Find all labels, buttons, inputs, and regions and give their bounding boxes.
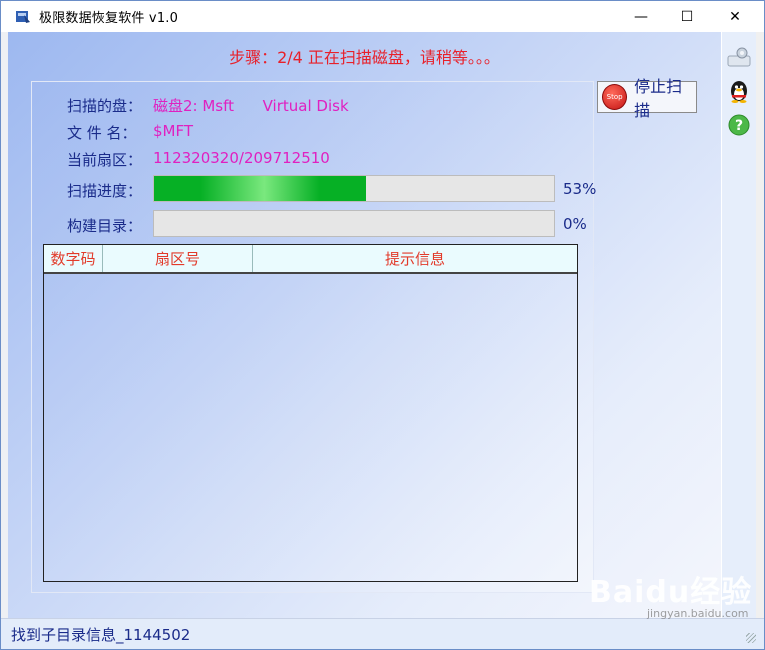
side-toolbar: ? <box>722 32 756 618</box>
status-message: 找到子目录信息_1144502 <box>11 626 191 644</box>
settings-gear-icon[interactable] <box>726 44 752 70</box>
build-directory-percent: 0% <box>563 215 587 233</box>
results-list-header: 数字码 扇区号 提示信息 <box>44 245 577 274</box>
file-name-label: 文 件 名： <box>67 124 137 142</box>
title-bar[interactable]: 极限数据恢复软件 v1.0 — ☐ ✕ <box>1 1 764 32</box>
right-scroll-strip <box>756 32 764 618</box>
build-directory-label: 构建目录： <box>67 217 143 235</box>
scan-progress-bar <box>153 175 555 202</box>
background-window-edge <box>1 32 8 622</box>
column-header-message[interactable]: 提示信息 <box>253 245 577 272</box>
scan-progress-label: 扫描进度： <box>67 182 143 200</box>
resize-grip-icon[interactable] <box>746 633 756 643</box>
file-name-value: $MFT <box>153 122 194 140</box>
maximize-button[interactable]: ☐ <box>664 1 710 32</box>
scan-progress-percent: 53% <box>563 180 597 198</box>
window-title: 极限数据恢复软件 v1.0 <box>39 11 179 26</box>
column-header-code[interactable]: 数字码 <box>44 245 103 272</box>
help-question-icon[interactable]: ? <box>726 112 752 138</box>
scan-disk-label: 扫描的盘： <box>67 97 143 115</box>
minimize-icon: — <box>634 8 648 25</box>
status-bar: 找到子目录信息_1144502 <box>1 618 764 649</box>
scan-progress-fill <box>154 176 366 201</box>
stop-scan-label: 停止扫描 <box>634 77 683 120</box>
close-icon: ✕ <box>729 8 741 25</box>
scan-disk-value: 磁盘2: Msft Virtual Disk <box>153 97 349 115</box>
results-list[interactable]: 数字码 扇区号 提示信息 <box>43 244 578 582</box>
app-window: 极限数据恢复软件 v1.0 — ☐ ✕ 步骤：2/4 正在扫描磁盘，请稍等。。。… <box>0 0 765 650</box>
qq-penguin-icon[interactable] <box>726 78 752 104</box>
close-button[interactable]: ✕ <box>712 1 758 32</box>
current-sector-label: 当前扇区： <box>67 151 143 169</box>
stop-scan-button[interactable]: Stop 停止扫描 <box>597 77 697 120</box>
current-sector-value: 112320320/209712510 <box>153 149 330 167</box>
app-logo-icon <box>15 9 31 25</box>
column-header-sector[interactable]: 扇区号 <box>103 245 253 272</box>
build-directory-progress-bar <box>153 210 555 237</box>
step-status-title: 步骤：2/4 正在扫描磁盘，请稍等。。。 <box>229 48 500 67</box>
stop-sign-icon: Stop <box>602 84 628 110</box>
maximize-icon: ☐ <box>680 8 694 25</box>
main-client-area: 步骤：2/4 正在扫描磁盘，请稍等。。。 扫描的盘： 磁盘2: Msft Vir… <box>8 32 721 618</box>
svg-text:?: ? <box>735 118 743 134</box>
minimize-button[interactable]: — <box>618 1 664 32</box>
